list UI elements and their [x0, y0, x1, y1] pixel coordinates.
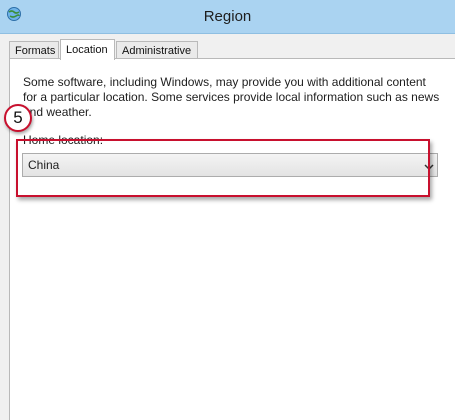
- title-bar: Region: [0, 0, 455, 34]
- tab-formats[interactable]: Formats: [9, 41, 59, 59]
- window-title: Region: [203, 8, 252, 25]
- tab-administrative[interactable]: Administrative: [116, 41, 198, 59]
- step-number-badge: 5: [4, 104, 32, 132]
- home-location-label: Home location:: [23, 133, 104, 147]
- home-location-dropdown[interactable]: China: [22, 153, 438, 177]
- home-location-value: China: [28, 158, 60, 172]
- location-description: Some software, including Windows, may pr…: [23, 75, 440, 119]
- chevron-down-icon[interactable]: [424, 159, 434, 171]
- tab-location[interactable]: Location: [60, 39, 115, 60]
